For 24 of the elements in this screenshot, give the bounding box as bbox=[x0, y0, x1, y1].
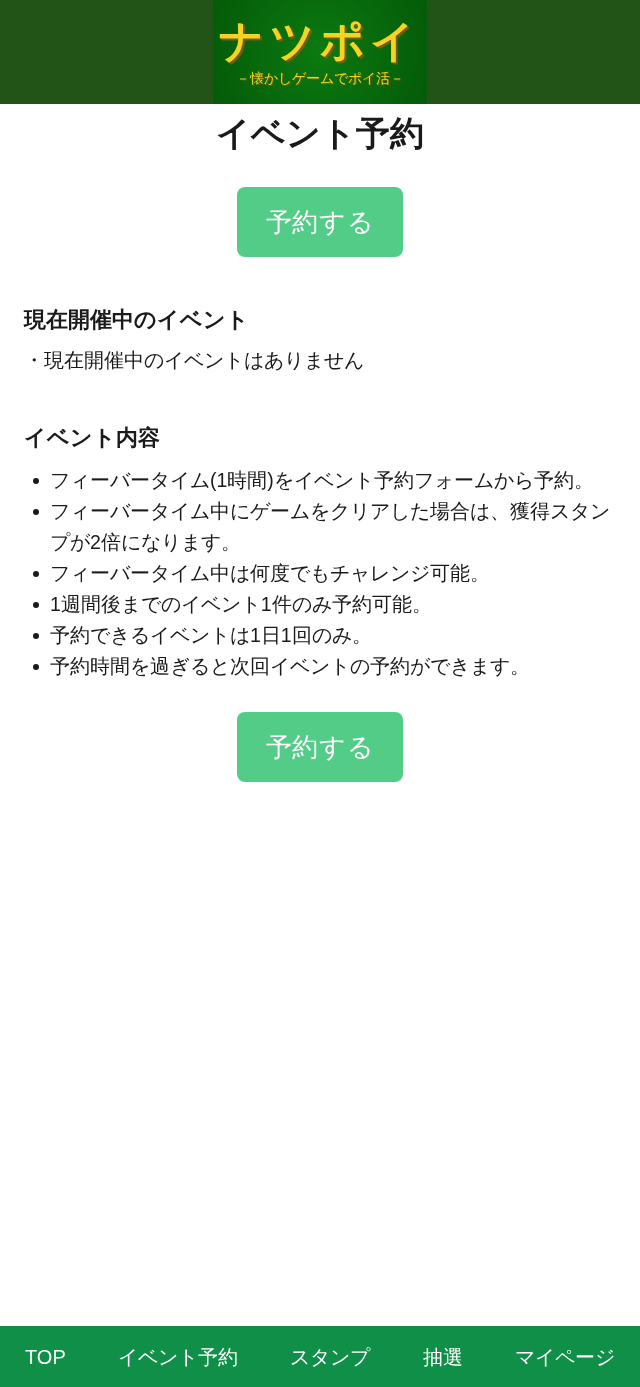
no-events-text: ・現在開催中のイベントはありません bbox=[24, 348, 365, 373]
list-item-text: 予約できるイベントは1日1回のみ。 bbox=[50, 623, 372, 648]
section-heading: イベント内容 bbox=[24, 424, 161, 452]
bullet-icon bbox=[33, 571, 39, 577]
bullet-icon bbox=[33, 633, 39, 639]
logo[interactable]: ナツポイ －懐かしゲームでポイ活－ bbox=[213, 0, 427, 104]
bullet-icon bbox=[33, 664, 39, 670]
section-heading: 現在開催中のイベント bbox=[24, 306, 250, 334]
list-item-text: 予約時間を過ぎると次回イベントの予約ができます。 bbox=[50, 654, 530, 679]
logo-subtitle: －懐かしゲームでポイ活－ bbox=[236, 71, 404, 85]
nav-link[interactable]: スタンプ bbox=[290, 1346, 371, 1367]
logo-title: ナツポイ bbox=[219, 19, 421, 63]
list-item-text: フィーバータイム中は何度でもチャレンジ可能。 bbox=[50, 561, 490, 586]
nav-link[interactable]: 抽選 bbox=[422, 1346, 463, 1367]
list-item-text: フィーバータイム中にゲームをクリアした場合は、獲得スタンプが2倍になります。 bbox=[50, 499, 611, 555]
nav-link[interactable]: マイページ bbox=[514, 1346, 615, 1367]
nav-link[interactable]: イベント予約 bbox=[118, 1346, 239, 1367]
bullet-icon bbox=[33, 509, 39, 515]
bullet-icon bbox=[33, 478, 39, 484]
list-item-text: 1週間後までのイベント1件のみ予約可能。 bbox=[50, 592, 432, 617]
page-title: イベント予約 bbox=[215, 116, 425, 150]
bullet-icon bbox=[33, 602, 39, 608]
nav-link[interactable]: TOP bbox=[25, 1346, 66, 1367]
list-item-text: フィーバータイム(1時間)をイベント予約フォームから予約。 bbox=[50, 468, 594, 493]
